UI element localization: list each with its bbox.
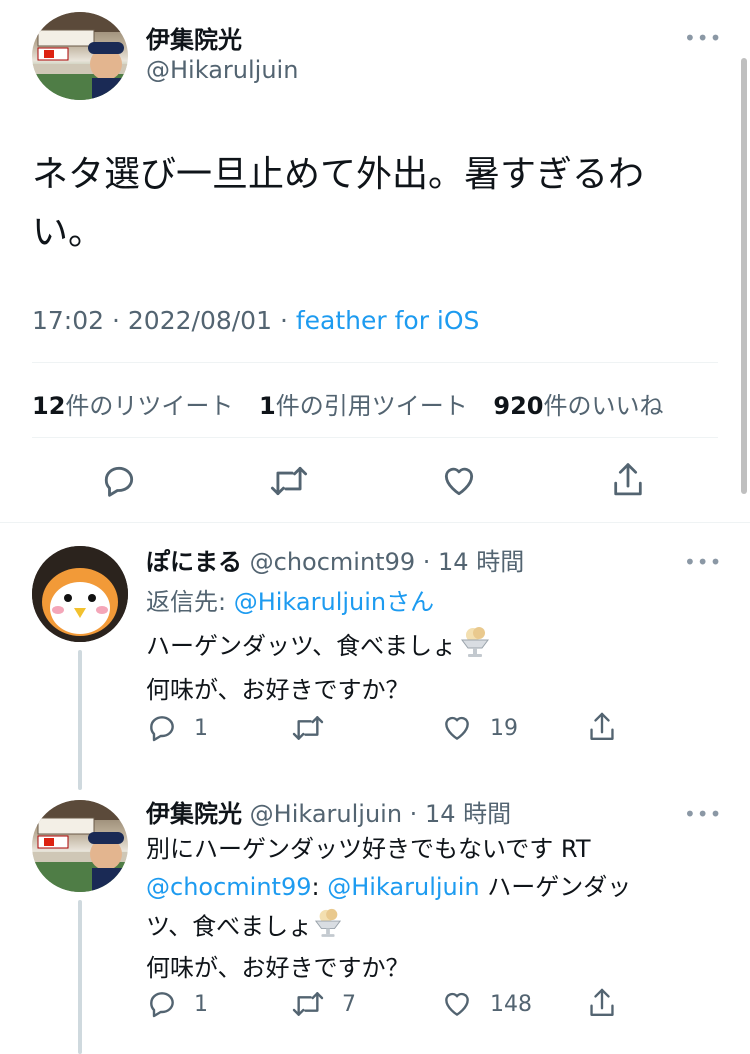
meta-separator: · [112,306,128,335]
share-button[interactable] [609,460,647,500]
like-button[interactable] [439,462,479,500]
share-icon [586,710,618,744]
reply-time[interactable]: 14 時間 [425,800,511,828]
divider [0,522,750,523]
quotes-stat[interactable]: 1件の引用ツイート [259,392,475,420]
author-display-name[interactable]: 伊集院光 [146,20,242,55]
retweet-count: 7 [342,991,356,1017]
reply-button[interactable] [100,462,138,500]
tweet-text-line: い。 [32,212,105,253]
like-count: 148 [490,991,532,1017]
reply-display-name[interactable]: ぽにまる [146,548,242,576]
retweet-icon [290,712,326,744]
reply-avatar[interactable] [32,800,128,892]
tweet-stats: 12件のリツイート 1件の引用ツイート 920件のいいね [32,386,664,421]
retweets-label: 件のリツイート [65,392,234,420]
like-icon [439,462,479,500]
reply-icon [146,988,178,1020]
like-button[interactable]: 19 [440,712,518,744]
meta-separator: · [279,306,296,335]
share-button[interactable] [586,986,618,1020]
reply-to-handle[interactable]: @Hikaruljuin [234,588,386,616]
reply-to-suffix: さん [386,588,435,616]
reply-text-line: ツ、食べましょ [146,906,631,949]
reply-text-span: : [311,873,328,901]
divider [32,362,718,363]
author-handle[interactable]: @Hikaruljuin [146,56,298,84]
reply-text-line: ハーゲンダッツ、食べましょ [146,624,490,670]
quotes-label: 件の引用ツイート [275,392,468,420]
retweets-stat[interactable]: 12件のリツイート [32,392,241,420]
like-button[interactable]: 148 [440,988,532,1020]
tweet-meta: 17:02 · 2022/08/01 · feather for iOS [32,306,479,335]
retweet-icon [290,988,326,1020]
reply-header: 伊集院光 @Hikaruljuin · 14 時間 [146,794,511,829]
meta-separator: · [402,800,425,828]
more-icon[interactable]: ••• [684,28,722,48]
tweet-source-link[interactable]: feather for iOS [296,306,480,335]
reply-to-prefix: 返信先: [146,588,234,616]
reply-icon [100,462,138,500]
reply-icon [146,712,178,744]
like-count: 19 [490,715,518,741]
reply-time[interactable]: 14 時間 [438,548,524,576]
reply-handle[interactable]: @Hikaruljuin [250,800,402,828]
scrollbar-thumb[interactable] [741,58,747,494]
more-icon[interactable]: ••• [684,804,722,824]
author-avatar[interactable] [32,12,128,100]
tweet-date[interactable]: 2022/08/01 [128,306,272,335]
reply-button[interactable]: 1 [146,712,208,744]
retweet-button[interactable] [290,712,342,744]
reply-header: ぽにまる @chocmint99 · 14 時間 [146,542,524,577]
tweet-text-line: ネタ選び一旦止めて外出。暑すぎるわ [32,154,645,195]
more-icon[interactable]: ••• [684,552,722,572]
retweet-icon [268,462,310,500]
likes-label: 件のいいね [543,392,664,420]
divider [32,437,718,438]
reply-text-span: ツ、食べましょ [146,912,313,941]
reply-count: 1 [194,991,208,1017]
share-icon [609,460,647,500]
reply-button[interactable]: 1 [146,988,208,1020]
share-icon [586,986,618,1020]
mention-link[interactable]: @chocmint99 [146,873,312,901]
ice-cream-emoji-icon [314,906,342,949]
retweets-count: 12 [32,392,66,420]
reply-count: 1 [194,715,208,741]
ice-cream-emoji-icon [460,624,490,670]
reply-text-line: 別にハーゲンダッツ好きでもないです RT [146,835,591,863]
mention-link[interactable]: @Hikaruljuin [327,873,479,901]
tweet-text: ネタ選び一旦止めて外出。暑すぎるわ い。 [32,146,644,262]
likes-stat[interactable]: 920件のいいね [493,392,663,420]
reply-text: 別にハーゲンダッツ好きでもないです RT @chocmint99: @Hikar… [146,830,631,987]
reply-text-span: ハーゲンダッツ、食べましょ [146,632,457,660]
like-icon [440,712,474,744]
reply-avatar[interactable] [32,546,128,642]
thread-line [78,650,82,790]
thread-line [78,900,82,1054]
reply-text-span: ハーゲンダッ [479,873,632,901]
reply-text-line: 何味が、お好きですか？ [146,954,410,982]
reply-to: 返信先: @Hikaruljuinさん [146,582,434,617]
quotes-count: 1 [259,392,276,420]
reply-display-name[interactable]: 伊集院光 [146,800,242,828]
reply-text-line: @chocmint99: @Hikaruljuin ハーゲンダッ [146,868,631,906]
reply-text: ハーゲンダッツ、食べましょ 何味が、お好きですか？ [146,624,490,710]
retweet-button[interactable]: 7 [290,988,356,1020]
reply-text-line: 何味が、お好きですか？ [146,676,410,704]
meta-separator: · [415,548,439,576]
tweet-time[interactable]: 17:02 [32,306,104,335]
reply-handle[interactable]: @chocmint99 [250,548,416,576]
like-icon [440,988,474,1020]
share-button[interactable] [586,710,618,744]
likes-count: 920 [493,392,544,420]
retweet-button[interactable] [268,462,310,500]
